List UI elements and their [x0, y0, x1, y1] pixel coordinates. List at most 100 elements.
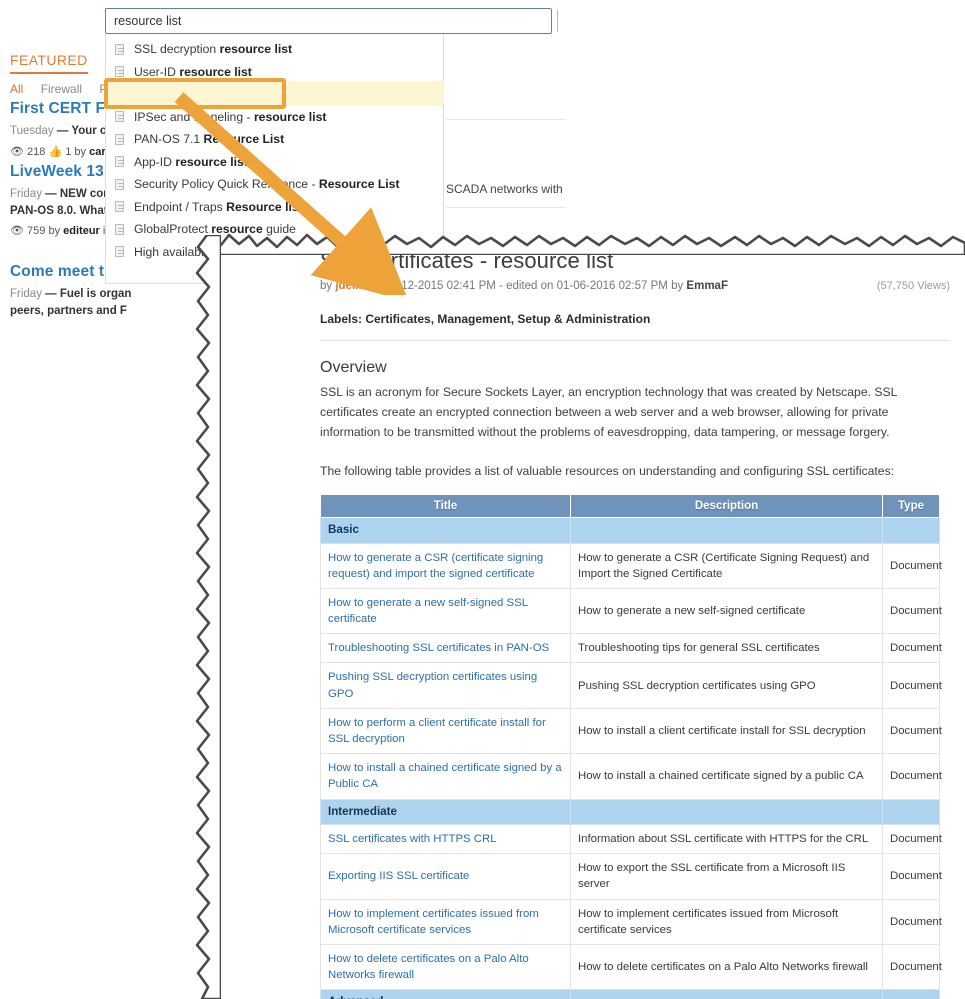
autocomplete-item-label: Security Policy Quick Reference - Resour…: [134, 177, 400, 191]
like-icon: 👍: [48, 145, 63, 158]
byline-on-label: on: [368, 280, 382, 292]
autocomplete-item[interactable]: PAN-OS 7.1 Resource List: [106, 128, 443, 151]
article-created-date: 05-12-2015 02:41 PM: [384, 280, 496, 292]
autocomplete-item-label: IPSec and tunneling - resource list: [134, 110, 326, 124]
document-icon: [115, 178, 124, 190]
autocomplete-item-label: User-ID resource list: [134, 65, 252, 79]
autocomplete-item-match: resource list: [219, 42, 293, 57]
section-heading-overview: Overview: [320, 359, 387, 376]
column-header-description: Description: [570, 494, 883, 519]
article-screenshot-overlay: SSL certificates - resource list by jdel…: [205, 240, 965, 999]
search-input-value: resource list: [114, 14, 182, 28]
autocomplete-item-match: Resource List: [318, 177, 400, 192]
autocomplete-item[interactable]: Endpoint / Traps Resource list: [106, 196, 443, 219]
table-section-label: Basic: [320, 517, 571, 544]
column-header-title: Title: [320, 494, 571, 519]
divider: [320, 340, 950, 341]
resource-link[interactable]: How to generate a new self-signed SSL ce…: [328, 597, 528, 625]
resource-link[interactable]: How to perform a client certificate inst…: [328, 717, 546, 745]
cell-type: Document: [882, 753, 942, 800]
cell-type: Document: [882, 662, 942, 709]
cell-description: Information about SSL certificate with H…: [570, 824, 883, 855]
table-section-label: Advanced: [320, 989, 571, 999]
post-excerpt-line2: peers, partners and F: [10, 304, 127, 317]
resource-link[interactable]: How to generate a CSR (certificate signi…: [328, 552, 543, 580]
post-views: 218: [27, 145, 46, 158]
table-section-spacer: [570, 798, 883, 826]
cell-title: Pushing SSL decryption certificates usin…: [320, 662, 571, 709]
post-likes: 1: [65, 145, 72, 158]
autocomplete-item-prefix: Endpoint / Traps: [134, 199, 227, 214]
divider: [446, 207, 566, 208]
document-icon: [115, 223, 124, 235]
cell-title: How to delete certificates on a Palo Alt…: [320, 943, 571, 991]
document-icon: [115, 111, 124, 123]
cell-type: Document: [882, 943, 942, 991]
tab-featured[interactable]: FEATURED: [10, 52, 88, 68]
cell-type: Document: [882, 853, 942, 900]
autocomplete-item-label: PAN-OS 7.1 Resource List: [134, 132, 284, 146]
document-icon: [115, 66, 124, 78]
column-header-type: Type: [882, 494, 940, 519]
autocomplete-item-prefix: App-ID: [134, 154, 176, 169]
views-icon: 👁: [10, 225, 24, 238]
autocomplete-item[interactable]: Security Policy Quick Reference - Resour…: [106, 173, 443, 196]
cell-description: Troubleshooting tips for general SSL cer…: [570, 633, 883, 664]
cell-description: How to delete certificates on a Palo Alt…: [570, 943, 883, 991]
torn-paper-edge-left: [195, 235, 221, 999]
post-day: Tuesday: [10, 125, 54, 137]
cell-type: Document: [882, 587, 942, 635]
resource-link[interactable]: SSL certificates with HTTPS CRL: [328, 833, 497, 845]
autocomplete-item[interactable]: App-ID resource list: [106, 151, 443, 174]
search-input[interactable]: resource list: [105, 8, 552, 34]
table-row: How to generate a CSR (certificate signi…: [320, 542, 942, 589]
overview-paragraph: SSL is an acronym for Secure Sockets Lay…: [320, 385, 897, 439]
resource-link[interactable]: How to install a chained certificate sig…: [328, 762, 562, 790]
table-row: How to perform a client certificate inst…: [320, 707, 942, 755]
table-row: How to generate a new self-signed SSL ce…: [320, 587, 942, 635]
resource-link[interactable]: Pushing SSL decryption certificates usin…: [328, 671, 537, 699]
post-day: Friday: [10, 288, 42, 300]
filter-firewall[interactable]: Firewall: [41, 82, 82, 96]
cell-description: How to install a chained certificate sig…: [570, 753, 883, 800]
cell-type: Document: [882, 542, 942, 589]
table-section-spacer: [882, 517, 940, 544]
autocomplete-item-label: SSL decryption resource list: [134, 42, 292, 56]
filter-all[interactable]: All: [10, 82, 23, 96]
cell-title: Troubleshooting SSL certificates in PAN-…: [320, 633, 571, 664]
resource-link[interactable]: How to delete certificates on a Palo Alt…: [328, 953, 529, 981]
cell-title: How to generate a CSR (certificate signi…: [320, 542, 571, 589]
cell-type: Document: [882, 707, 942, 755]
table-section-row: Intermediate: [320, 798, 940, 826]
featured-tab-underline: [10, 72, 88, 74]
resource-link[interactable]: Troubleshooting SSL certificates in PAN-…: [328, 642, 549, 654]
article-editor-link[interactable]: EmmaF: [686, 280, 728, 292]
resource-link[interactable]: How to implement certificates issued fro…: [328, 908, 539, 936]
document-icon: [115, 156, 124, 168]
article-byline: by jdelio on 05-12-2015 02:41 PM - edite…: [320, 280, 950, 292]
document-icon: [115, 246, 124, 258]
autocomplete-item[interactable]: SSL decryption resource list: [106, 38, 443, 61]
background-text-fragment: SCADA networks with: [446, 182, 563, 196]
table-section-row: Basic: [320, 517, 940, 544]
post-author[interactable]: editeur: [63, 225, 100, 237]
autocomplete-item-prefix: IPSec and tunneling -: [134, 109, 254, 124]
table-section-spacer: [882, 989, 940, 999]
autocomplete-item-prefix: PAN-OS 7.1: [134, 132, 204, 147]
cell-title: Exporting IIS SSL certificate: [320, 853, 571, 900]
article-author-link[interactable]: jdelio: [335, 280, 365, 292]
table-row: Troubleshooting SSL certificates in PAN-…: [320, 633, 942, 664]
byline-edited-label: - edited on: [499, 280, 554, 292]
cell-description: How to generate a CSR (Certificate Signi…: [570, 542, 883, 589]
autocomplete-item-prefix: Security Policy Quick Reference -: [134, 177, 319, 192]
table-row: Exporting IIS SSL certificate How to expo…: [320, 853, 942, 900]
text-caret: [557, 10, 558, 32]
cell-title: How to perform a client certificate inst…: [320, 707, 571, 755]
cell-description: Pushing SSL decryption certificates usin…: [570, 662, 883, 709]
resource-link[interactable]: Exporting IIS SSL certificate: [328, 870, 469, 882]
article-view-count: (57,750 Views): [876, 280, 950, 292]
views-icon: 👁: [10, 145, 24, 158]
cell-title: How to generate a new self-signed SSL ce…: [320, 587, 571, 635]
annotation-highlight-box: [104, 78, 286, 109]
autocomplete-item-match: Resource list: [226, 199, 303, 214]
